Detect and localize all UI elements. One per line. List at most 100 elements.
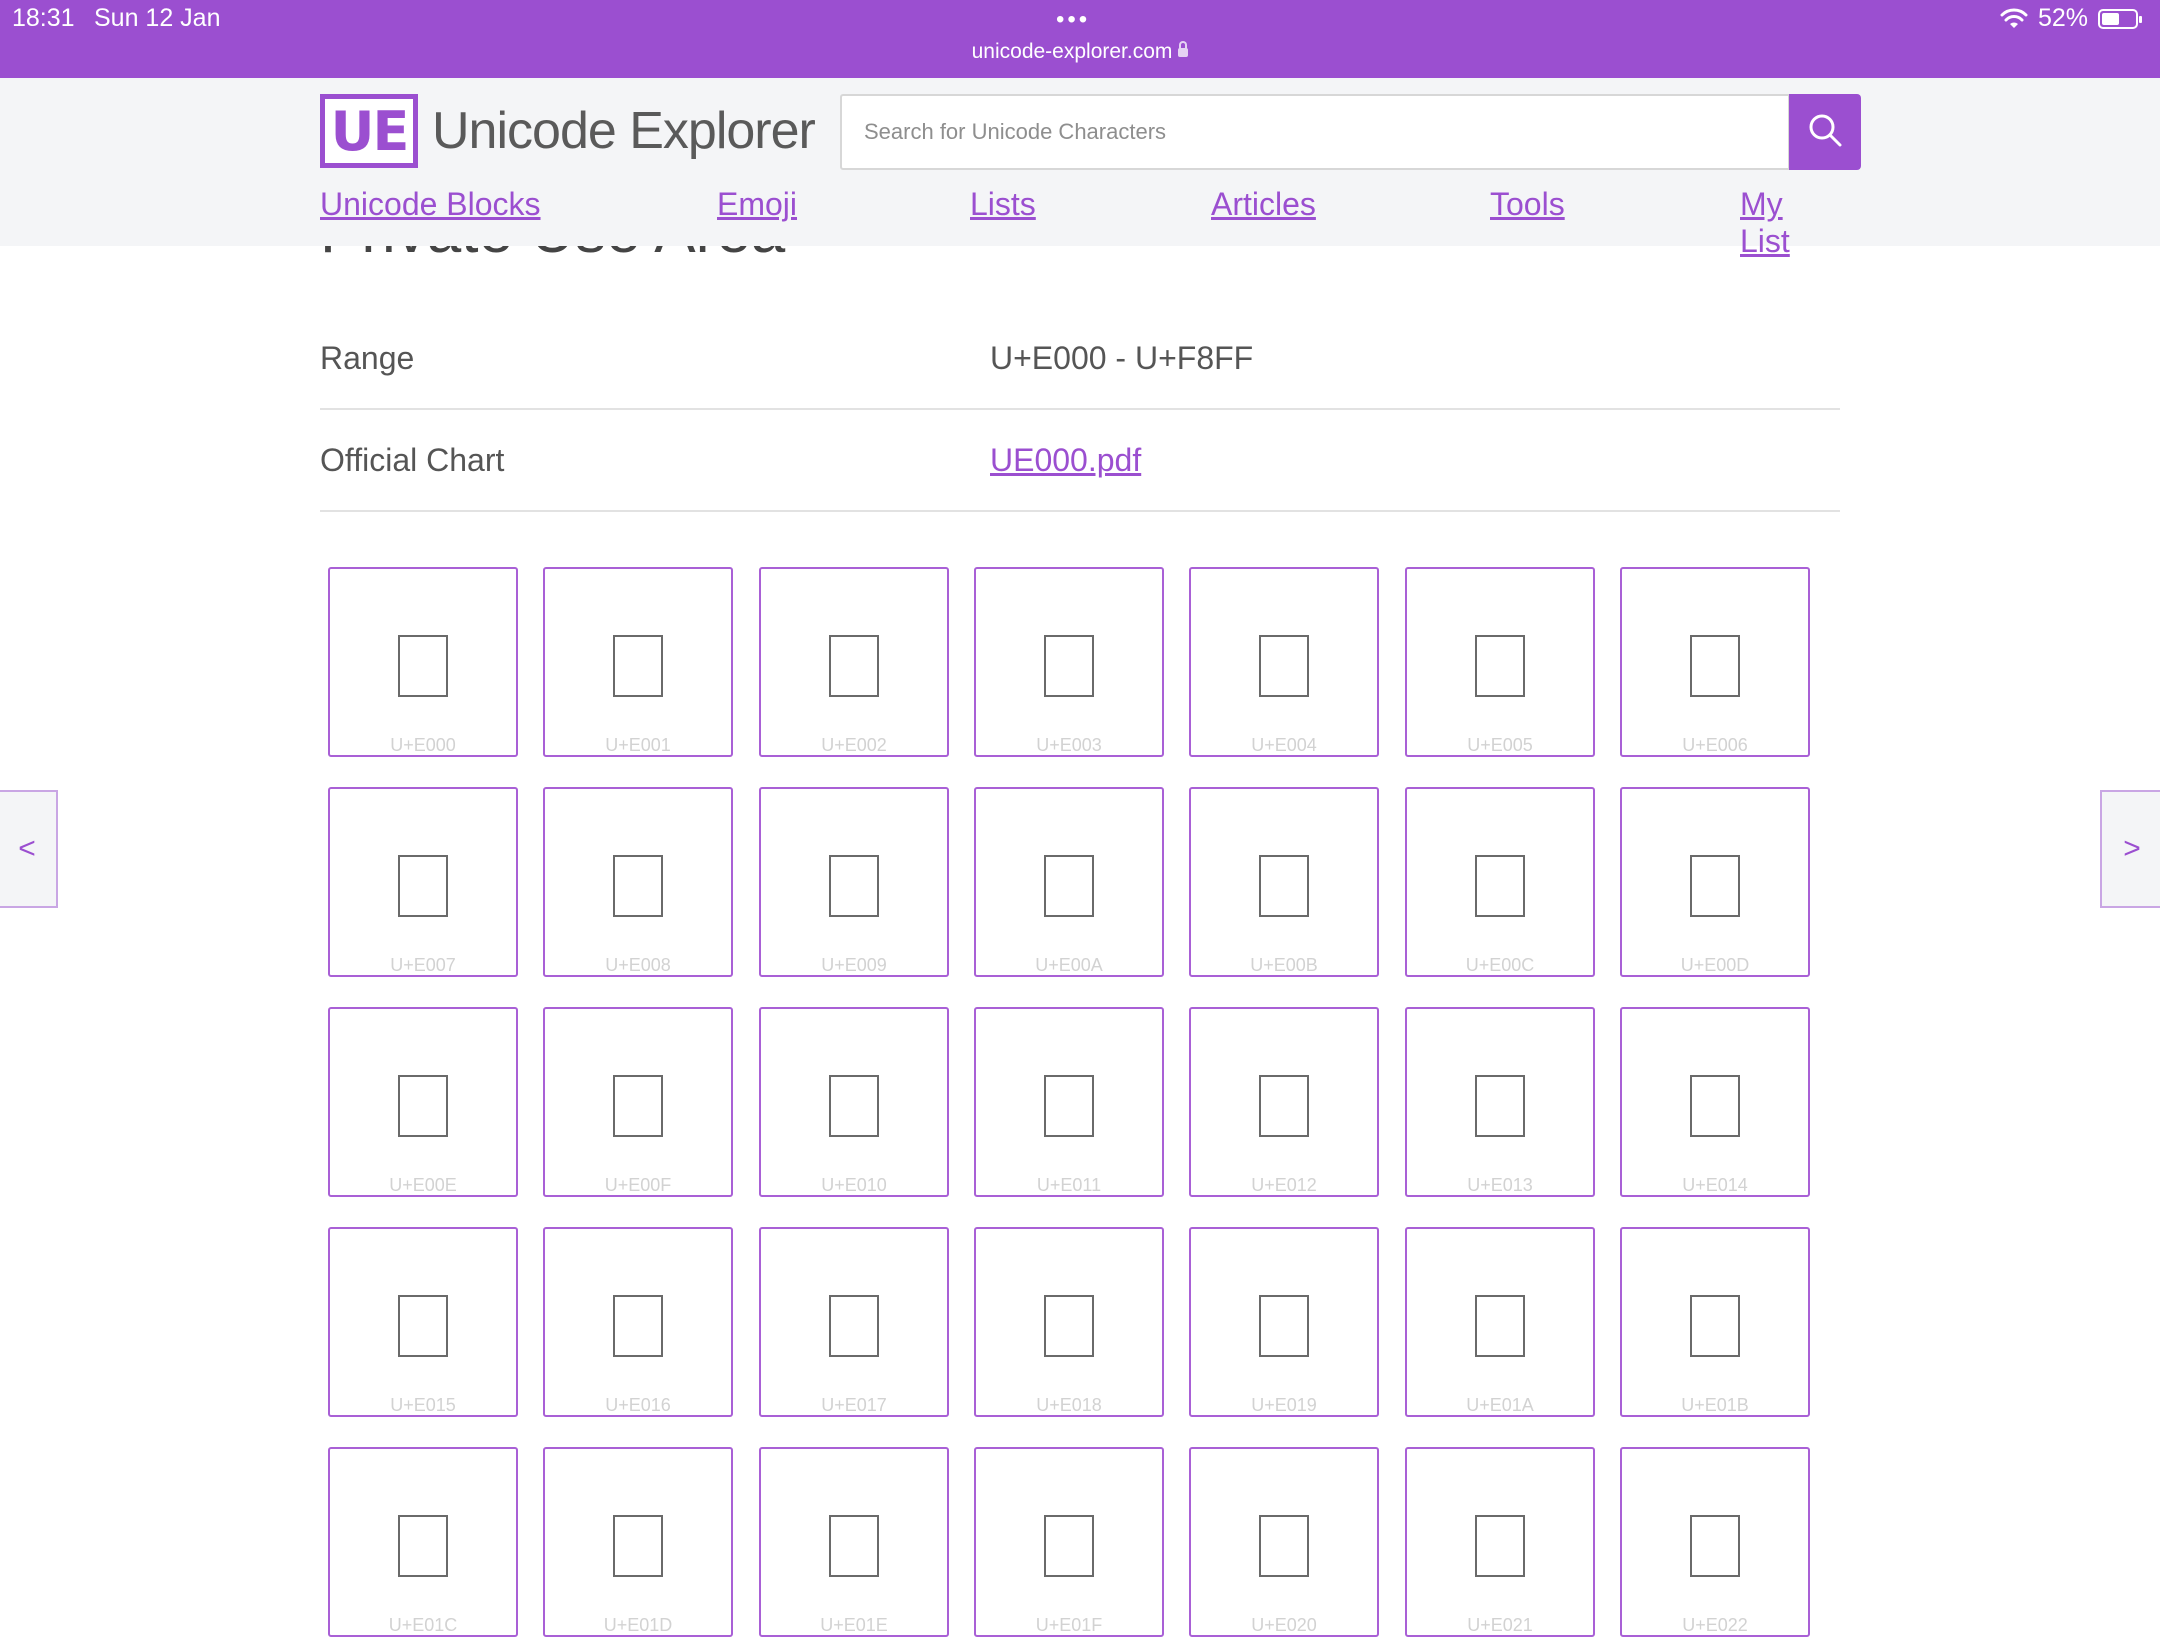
character-code: U+E006 — [1682, 735, 1748, 755]
range-label: Range — [320, 340, 415, 376]
character-tile[interactable]: U+E007 — [328, 787, 518, 977]
missing-glyph-icon — [1044, 1295, 1094, 1357]
missing-glyph-icon — [1475, 1515, 1525, 1577]
range-value: U+E000 - U+F8FF — [990, 340, 1254, 376]
missing-glyph-icon — [613, 1295, 663, 1357]
character-code: U+E01C — [388, 1615, 458, 1635]
missing-glyph-icon — [1044, 855, 1094, 917]
character-tile[interactable]: U+E01B — [1620, 1227, 1810, 1417]
character-tile[interactable]: U+E003 — [974, 567, 1164, 757]
character-code: U+E017 — [821, 1395, 887, 1415]
character-code: U+E012 — [1251, 1175, 1317, 1195]
multitasking-dots-icon[interactable]: ••• — [1056, 6, 1090, 34]
search-field[interactable] — [840, 94, 1790, 170]
nav-my-list[interactable]: My List — [1740, 186, 1840, 260]
character-tile[interactable]: U+E014 — [1620, 1007, 1810, 1197]
character-code: U+E01B — [1681, 1395, 1749, 1415]
character-tile[interactable]: U+E021 — [1405, 1447, 1595, 1637]
missing-glyph-icon — [613, 1515, 663, 1577]
nav-unicode-blocks[interactable]: Unicode Blocks — [320, 186, 541, 223]
character-code: U+E011 — [1036, 1175, 1102, 1195]
status-date: Sun 12 Jan — [94, 4, 221, 32]
character-tile[interactable]: U+E009 — [759, 787, 949, 977]
character-tile[interactable]: U+E00E — [328, 1007, 518, 1197]
search-button[interactable] — [1789, 94, 1861, 170]
character-tile[interactable]: U+E00C — [1405, 787, 1595, 977]
missing-glyph-icon — [398, 1515, 448, 1577]
nav-articles[interactable]: Articles — [1211, 186, 1316, 223]
character-code: U+E021 — [1467, 1615, 1533, 1635]
character-tile[interactable]: U+E017 — [759, 1227, 949, 1417]
character-code: U+E010 — [821, 1175, 887, 1195]
next-block-button[interactable]: > — [2100, 790, 2160, 908]
nav-tools[interactable]: Tools — [1490, 186, 1565, 223]
main-nav: Unicode Blocks Emoji Lists Articles Tool… — [320, 186, 1840, 259]
missing-glyph-icon — [398, 855, 448, 917]
character-tile[interactable]: U+E01E — [759, 1447, 949, 1637]
character-code: U+E015 — [390, 1395, 456, 1415]
character-tile[interactable]: U+E016 — [543, 1227, 733, 1417]
character-code: U+E01F — [1035, 1615, 1103, 1635]
character-code: U+E001 — [605, 735, 671, 755]
character-tile[interactable]: U+E008 — [543, 787, 733, 977]
character-code: U+E020 — [1251, 1615, 1317, 1635]
previous-block-button[interactable]: < — [0, 790, 58, 908]
address-bar[interactable]: unicode-explorer.com — [0, 40, 2160, 64]
character-tile[interactable]: U+E00D — [1620, 787, 1810, 977]
missing-glyph-icon — [1044, 1515, 1094, 1577]
missing-glyph-icon — [1690, 1295, 1740, 1357]
character-tile[interactable]: U+E005 — [1405, 567, 1595, 757]
missing-glyph-icon — [1690, 1075, 1740, 1137]
missing-glyph-icon — [829, 635, 879, 697]
official-chart-label: Official Chart — [320, 442, 505, 478]
character-tile[interactable]: U+E020 — [1189, 1447, 1379, 1637]
character-code: U+E01E — [820, 1615, 888, 1635]
character-tile[interactable]: U+E006 — [1620, 567, 1810, 757]
character-tile[interactable]: U+E010 — [759, 1007, 949, 1197]
character-code: U+E022 — [1682, 1615, 1748, 1635]
missing-glyph-icon — [1259, 635, 1309, 697]
character-tile[interactable]: U+E00A — [974, 787, 1164, 977]
search-input[interactable] — [862, 118, 1772, 146]
character-code: U+E013 — [1467, 1175, 1533, 1195]
character-tile[interactable]: U+E00B — [1189, 787, 1379, 977]
character-tile[interactable]: U+E000 — [328, 567, 518, 757]
info-row-official-chart: Official Chart UE000.pdf — [320, 410, 1840, 512]
logo-text: Unicode Explorer — [432, 102, 816, 160]
character-tile[interactable]: U+E01D — [543, 1447, 733, 1637]
missing-glyph-icon — [1475, 635, 1525, 697]
official-chart-value: UE000.pdf — [990, 442, 1141, 479]
missing-glyph-icon — [1259, 1515, 1309, 1577]
character-code: U+E009 — [821, 955, 887, 975]
character-tile[interactable]: U+E01F — [974, 1447, 1164, 1637]
official-chart-link[interactable]: UE000.pdf — [990, 442, 1141, 478]
character-code: U+E003 — [1036, 735, 1102, 755]
character-tile[interactable]: U+E015 — [328, 1227, 518, 1417]
character-tile[interactable]: U+E011 — [974, 1007, 1164, 1197]
missing-glyph-icon — [1259, 1075, 1309, 1137]
character-tile[interactable]: U+E022 — [1620, 1447, 1810, 1637]
character-tile[interactable]: U+E013 — [1405, 1007, 1595, 1197]
missing-glyph-icon — [829, 855, 879, 917]
site-logo[interactable]: UE Unicode Explorer — [320, 94, 816, 168]
character-tile[interactable]: U+E004 — [1189, 567, 1379, 757]
character-tile[interactable]: U+E012 — [1189, 1007, 1379, 1197]
character-tile[interactable]: U+E002 — [759, 567, 949, 757]
character-code: U+E00B — [1250, 955, 1318, 975]
missing-glyph-icon — [1690, 635, 1740, 697]
character-tile[interactable]: U+E019 — [1189, 1227, 1379, 1417]
nav-lists[interactable]: Lists — [970, 186, 1036, 223]
logo-mark: UE — [320, 94, 418, 168]
lock-icon — [1178, 40, 1189, 57]
missing-glyph-icon — [398, 1075, 448, 1137]
search-icon — [1807, 112, 1843, 153]
nav-emoji[interactable]: Emoji — [717, 186, 797, 223]
character-tile[interactable]: U+E01C — [328, 1447, 518, 1637]
character-tile[interactable]: U+E018 — [974, 1227, 1164, 1417]
character-tile[interactable]: U+E01A — [1405, 1227, 1595, 1417]
character-tile[interactable]: U+E00F — [543, 1007, 733, 1197]
url-text[interactable]: unicode-explorer.com — [972, 40, 1173, 63]
missing-glyph-icon — [613, 635, 663, 697]
character-tile[interactable]: U+E001 — [543, 567, 733, 757]
character-code: U+E014 — [1682, 1175, 1748, 1195]
